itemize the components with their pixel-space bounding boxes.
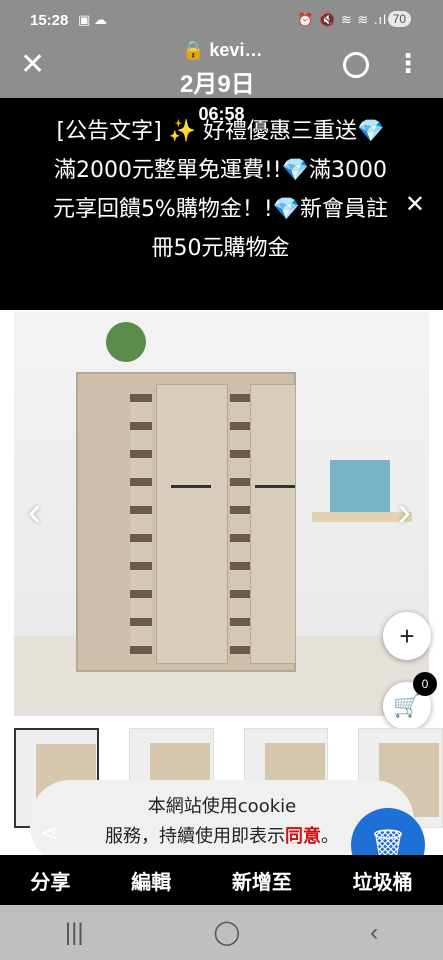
edit-button[interactable]: 編輯 (131, 866, 171, 895)
more-menu-icon[interactable]: ⋮ (395, 50, 421, 76)
home-icon[interactable]: ◯ (213, 918, 240, 947)
cart-icon: 🛒 (393, 693, 421, 718)
plus-button[interactable]: + (383, 612, 431, 660)
add-to-button[interactable]: 新增至 (232, 866, 292, 895)
battery-indicator: 70 (387, 11, 411, 27)
announcement-close-icon[interactable]: ✕ (405, 190, 425, 219)
cabinet-door-right (250, 384, 296, 664)
prev-image-arrow-icon[interactable]: ‹ (28, 490, 41, 535)
next-image-arrow-icon[interactable]: › (398, 490, 411, 535)
system-nav-bar: ||| ◯ ‹ (0, 905, 443, 960)
announcement-banner: 06:58 [公告文字] ✨ 好禮優惠三重送💎滿2000元整單免運費!!💎滿30… (0, 98, 443, 310)
back-icon[interactable]: ‹ (370, 919, 378, 947)
door-handle (255, 485, 295, 488)
plus-icon: + (399, 620, 415, 651)
recents-icon[interactable]: ||| (65, 919, 84, 947)
notification-icons: ▣ ☁ (78, 12, 107, 27)
history-icon[interactable] (343, 52, 369, 78)
shoe-cabinet (76, 372, 296, 672)
cart-count-badge: 0 (413, 672, 437, 696)
announcement-text: [公告文字] ✨ 好禮優惠三重送💎滿2000元整單免運費!!💎滿3000元享回饋… (52, 119, 389, 261)
plant-decor (106, 322, 146, 362)
cookie-agree-link[interactable]: 同意 (285, 826, 321, 847)
shoe-shelves-right (230, 394, 252, 654)
cookie-line-2-end: 。 (321, 826, 339, 847)
top-bar: 15:28 ▣ ☁ ⏰ 🔇 ≋ ≋ .ıl 70 ✕ 🔒 kevi… 2月9日 … (0, 0, 443, 98)
gift-bag (330, 460, 390, 512)
share-icon[interactable]: ⋖ (40, 820, 58, 846)
signal-icons: ⏰ 🔇 ≋ ≋ .ıl (297, 12, 387, 27)
date-title: 2月9日 (180, 71, 255, 98)
url-label[interactable]: 🔒 kevi… (182, 40, 262, 61)
trash-button[interactable]: 垃圾桶 (353, 866, 413, 895)
shoe-shelves-left (130, 394, 152, 654)
cookie-line-2-text: 服務，持續使用即表示 (105, 826, 285, 847)
gallery-action-bar: 分享 編輯 新增至 垃圾桶 (0, 855, 443, 905)
cart-button[interactable]: 🛒 0 (383, 672, 437, 730)
cookie-line-1: 本網站使用cookie (147, 796, 297, 817)
door-handle (171, 485, 211, 488)
status-time: 15:28 (30, 12, 69, 29)
share-button[interactable]: 分享 (30, 866, 70, 895)
cabinet-door-left (156, 384, 228, 664)
product-main-image[interactable] (14, 312, 429, 716)
close-icon[interactable]: ✕ (20, 50, 45, 80)
